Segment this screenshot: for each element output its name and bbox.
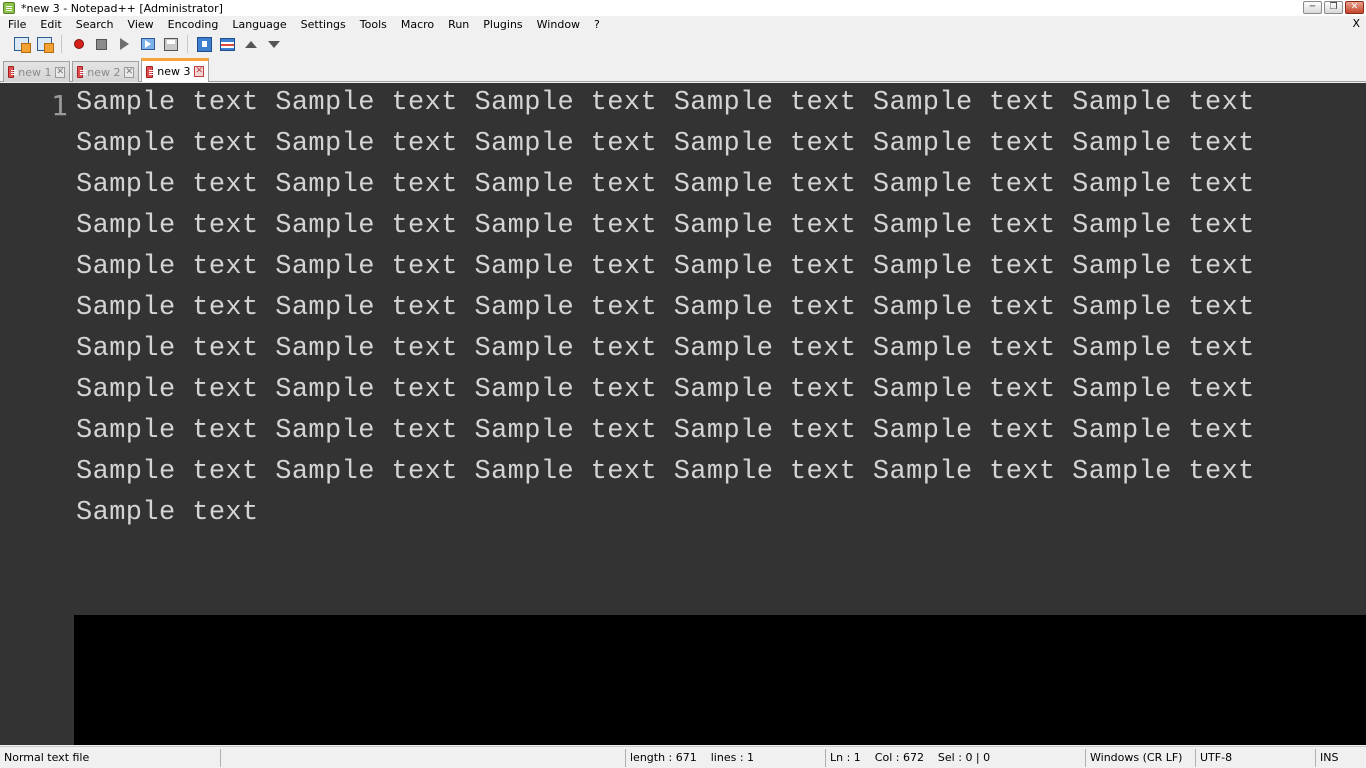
unsaved-file-icon — [8, 66, 18, 78]
menu-edit[interactable]: Edit — [32, 18, 67, 31]
status-insert-mode: INS — [1320, 751, 1339, 764]
status-divider — [1315, 749, 1316, 767]
unsaved-file-icon — [146, 65, 156, 78]
line-number-gutter: 1 — [0, 83, 74, 745]
playback-button[interactable] — [115, 35, 134, 54]
status-divider — [1195, 749, 1196, 767]
menu-macro[interactable]: Macro — [393, 18, 440, 31]
status-file-type: Normal text file — [4, 751, 90, 764]
status-divider — [1085, 749, 1086, 767]
restore-button[interactable]: ❐ — [1324, 1, 1343, 14]
stop-recording-icon — [96, 38, 107, 50]
toolbar-separator — [187, 35, 188, 53]
document-monitor-button[interactable] — [195, 35, 214, 54]
document-text[interactable]: Sample text Sample text Sample text Samp… — [76, 83, 1286, 534]
status-eol-format: Windows (CR LF) — [1090, 751, 1183, 764]
find-previous-icon — [244, 40, 257, 48]
close-all-icon — [37, 37, 54, 53]
run-macro-multiple-icon — [140, 38, 155, 50]
title-bar: *new 3 - Notepad++ [Administrator] ─ ❐ ✕ — [0, 0, 1366, 16]
close-window-button[interactable]: ✕ — [1345, 1, 1364, 14]
menu-tools[interactable]: Tools — [352, 18, 393, 31]
menu-help[interactable]: ? — [586, 18, 606, 31]
editor: 1 Sample text Sample text Sample text Sa… — [0, 83, 1366, 745]
status-cursor-position: Ln : 1 Col : 672 Sel : 0 | 0 — [830, 751, 991, 764]
tab-label: new 3 — [157, 65, 191, 78]
minimize-button[interactable]: ─ — [1303, 1, 1322, 14]
toolbar — [0, 32, 1366, 56]
close-all-button[interactable] — [35, 35, 54, 54]
find-previous-button[interactable] — [241, 35, 260, 54]
menu-window[interactable]: Window — [529, 18, 586, 31]
tab-close-icon[interactable]: ✕ — [124, 66, 134, 78]
window-controls: ─ ❐ ✕ — [1303, 1, 1364, 14]
document-monitor-icon — [197, 36, 212, 52]
tab-label: new 1 — [18, 65, 52, 79]
save-macro-button[interactable] — [161, 35, 180, 54]
run-macro-multiple-button[interactable] — [138, 35, 157, 54]
window-title: *new 3 - Notepad++ [Administrator] — [21, 1, 223, 15]
status-encoding: UTF-8 — [1200, 751, 1233, 764]
toolbar-separator — [61, 35, 62, 53]
tab-new-1[interactable]: new 1 ✕ — [3, 61, 70, 82]
text-editor-area[interactable]: Sample text Sample text Sample text Samp… — [74, 83, 1366, 615]
find-next-button[interactable] — [264, 35, 283, 54]
function-list-button[interactable] — [218, 35, 237, 54]
menu-run[interactable]: Run — [440, 18, 475, 31]
close-file-icon — [14, 37, 31, 53]
menu-search[interactable]: Search — [68, 18, 120, 31]
status-divider — [825, 749, 826, 767]
playback-icon — [120, 38, 129, 50]
record-macro-button[interactable] — [69, 35, 88, 54]
notepad-plus-plus-icon — [3, 2, 15, 14]
status-divider — [220, 749, 221, 767]
tab-bar: new 1 ✕ new 2 ✕ new 3 ✕ — [0, 56, 1366, 82]
status-bar: Normal text file length : 671 lines : 1 … — [0, 746, 1366, 768]
unsaved-file-icon — [77, 66, 87, 78]
find-next-icon — [267, 40, 280, 48]
tab-label: new 2 — [87, 65, 121, 79]
tab-new-2[interactable]: new 2 ✕ — [72, 61, 139, 82]
menu-language[interactable]: Language — [224, 18, 292, 31]
line-number: 1 — [51, 89, 68, 122]
menu-encoding[interactable]: Encoding — [160, 18, 225, 31]
tab-new-3[interactable]: new 3 ✕ — [141, 58, 209, 82]
stop-recording-button[interactable] — [92, 35, 111, 54]
close-document-button[interactable]: X — [1352, 17, 1360, 30]
menu-view[interactable]: View — [120, 18, 160, 31]
menu-plugins[interactable]: Plugins — [475, 18, 528, 31]
menu-file[interactable]: File — [0, 18, 32, 31]
record-macro-icon — [73, 39, 84, 49]
status-divider — [625, 749, 626, 767]
status-length-lines: length : 671 lines : 1 — [630, 751, 755, 764]
tab-close-icon[interactable]: ✕ — [55, 66, 65, 78]
close-file-button[interactable] — [12, 35, 31, 54]
save-macro-icon — [163, 37, 178, 51]
menu-bar: File Edit Search View Encoding Language … — [0, 16, 1366, 32]
function-list-icon — [220, 37, 235, 51]
tab-close-icon[interactable]: ✕ — [194, 66, 204, 77]
menu-settings[interactable]: Settings — [293, 18, 352, 31]
